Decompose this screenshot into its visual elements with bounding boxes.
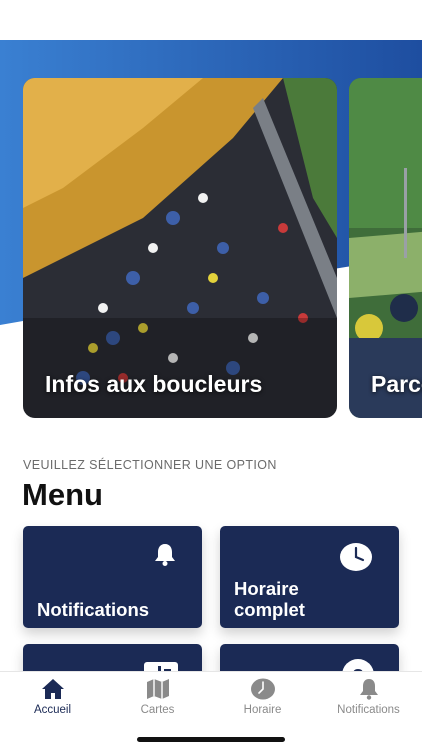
horaire-complet-tile[interactable]: Horaire complet [220,526,399,628]
home-indicator [137,737,285,742]
clock-icon [339,542,373,577]
bell-icon [316,678,421,700]
carousel-card-infos[interactable]: Infos aux boucleurs [23,78,337,418]
home-icon [0,678,105,700]
tab-notifications[interactable]: Notifications [316,678,421,728]
course-photo [349,78,422,418]
tab-label: Notifications [337,704,400,716]
map-icon [105,678,210,700]
bell-icon [152,542,178,571]
hero-carousel[interactable]: Infos aux boucleurs Parcours [0,78,422,420]
tab-label: Accueil [33,704,72,716]
cyclists-photo [23,78,337,418]
carousel-card-title: Parcours [371,371,422,397]
carousel-card-parcours[interactable]: Parcours [349,78,422,418]
tile-label: Notifications [37,599,150,620]
notifications-tile[interactable]: Notifications [23,526,202,628]
tab-cartes[interactable]: Cartes [105,678,210,728]
menu-title: Menu [22,477,103,512]
tab-label: Horaire [243,704,282,716]
tab-label: Cartes [140,704,175,716]
clock-icon [210,678,315,700]
tab-horaire[interactable]: Horaire [210,678,315,728]
tile-label: Horaire complet [234,578,305,620]
tab-accueil[interactable]: Accueil [0,678,105,728]
carousel-card-title: Infos aux boucleurs [45,371,263,397]
section-label: VEUILLEZ SÉLECTIONNER UNE OPTION [23,458,277,472]
